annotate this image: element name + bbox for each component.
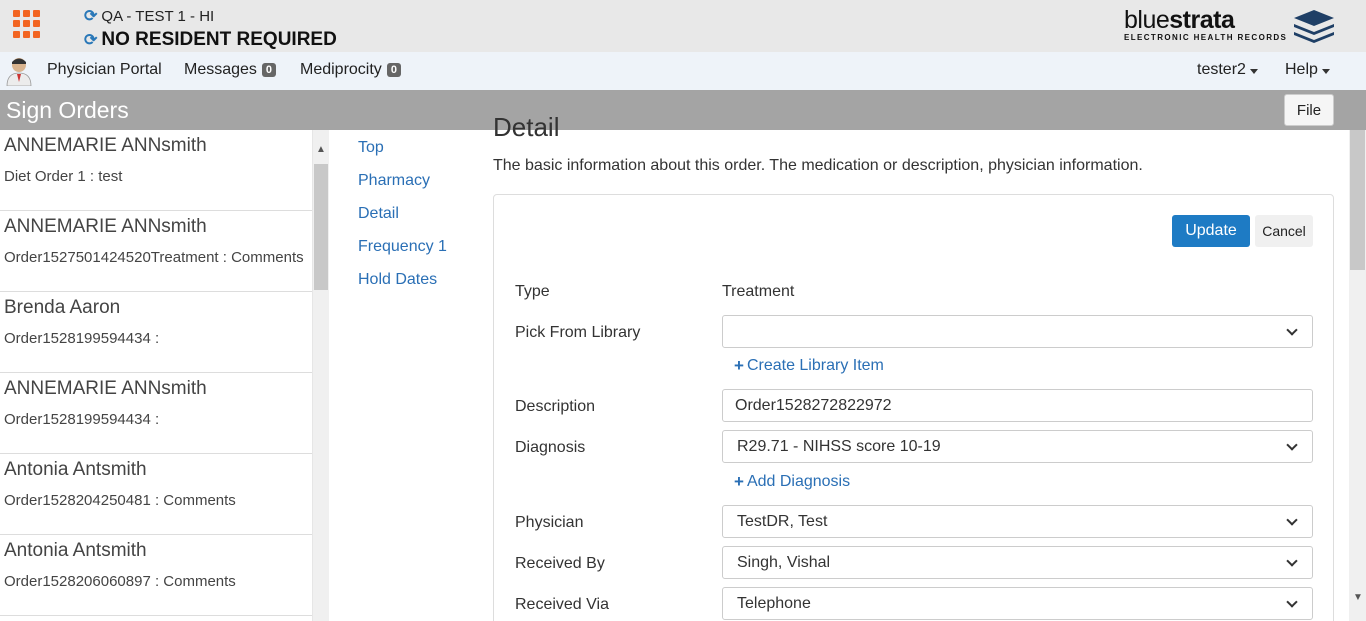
resident-name: Antonia Antsmith	[4, 459, 147, 480]
order-summary: Order1528204250481 : Comments	[4, 492, 236, 509]
caret-down-icon	[1249, 68, 1258, 74]
resident-name: NO RESIDENT REQUIRED	[101, 29, 337, 50]
cancel-button[interactable]: Cancel	[1255, 215, 1313, 247]
diagnosis-label: Diagnosis	[515, 439, 586, 456]
facility-name: QA - TEST 1 - HI	[101, 7, 215, 25]
messages-count-badge: 0	[261, 63, 277, 77]
caret-down-icon	[1321, 68, 1330, 74]
physician-label: Physician	[515, 514, 584, 531]
chevron-down-icon	[1286, 323, 1298, 336]
facility-selector[interactable]: ⟳ QA - TEST 1 - HI	[84, 6, 214, 26]
apps-grid-icon[interactable]	[13, 10, 41, 38]
content-scrollbar[interactable]: ▼	[1349, 130, 1366, 621]
list-item[interactable]: ANNEMARIE ANNsmith Order1527501424520Tre…	[0, 211, 312, 292]
section-link-pharmacy[interactable]: Pharmacy	[358, 172, 430, 190]
list-scrollbar[interactable]: ▲	[313, 130, 329, 621]
add-diagnosis-link[interactable]: + Add Diagnosis	[734, 472, 850, 492]
section-link-detail[interactable]: Detail	[358, 205, 399, 223]
resident-name: ANNEMARIE ANNsmith	[4, 216, 207, 237]
list-item[interactable]: Brenda Aaron Order1528199594434 :	[0, 292, 312, 373]
description-label: Description	[515, 398, 596, 415]
list-item[interactable]: ANNEMARIE ANNsmith Order1528199594434 :	[0, 373, 312, 454]
mediprocity-link[interactable]: Mediprocity 0	[300, 61, 401, 79]
resident-name: ANNEMARIE ANNsmith	[4, 378, 207, 399]
top-header: ⟳ QA - TEST 1 - HI ⟳ NO RESIDENT REQUIRE…	[0, 0, 1366, 52]
orders-list: ANNEMARIE ANNsmith Diet Order 1 : test A…	[0, 130, 313, 621]
resident-name: Brenda Aaron	[4, 297, 121, 318]
physician-select-value: TestDR, Test	[737, 512, 828, 530]
type-value: Treatment	[722, 283, 795, 300]
physician-select[interactable]: TestDR, Test	[722, 505, 1313, 538]
help-menu[interactable]: Help	[1285, 61, 1330, 79]
section-link-frequency[interactable]: Frequency 1	[358, 238, 447, 256]
scroll-down-icon[interactable]: ▼	[1353, 592, 1363, 603]
list-item[interactable]: Antonia Antsmith Order1528204250481 : Co…	[0, 454, 312, 535]
file-button[interactable]: File	[1284, 94, 1334, 126]
scrollbar-thumb[interactable]	[314, 164, 328, 290]
logo-stack-icon	[1294, 10, 1334, 43]
scroll-up-icon[interactable]: ▲	[316, 144, 326, 155]
resident-selector[interactable]: ⟳ NO RESIDENT REQUIRED	[84, 29, 337, 51]
refresh-icon[interactable]: ⟳	[84, 6, 97, 26]
order-summary: Order1528206060897 : Comments	[4, 573, 236, 590]
list-item[interactable]: Antonia Antsmith Order1528206060897 : Co…	[0, 535, 312, 616]
diagnosis-select-value: R29.71 - NIHSS score 10-19	[737, 437, 941, 455]
section-heading: Detail	[493, 112, 560, 142]
order-summary: Order1528199594434 :	[4, 330, 160, 347]
type-label: Type	[515, 283, 550, 300]
chevron-down-icon	[1286, 513, 1298, 526]
user-avatar-icon	[6, 58, 32, 86]
library-label: Pick From Library	[515, 324, 641, 341]
received-by-select-value: Singh, Vishal	[737, 553, 831, 571]
received-by-select[interactable]: Singh, Vishal	[722, 546, 1313, 579]
library-select[interactable]	[722, 315, 1313, 348]
diagnosis-select[interactable]: R29.71 - NIHSS score 10-19	[722, 430, 1313, 463]
chevron-down-icon	[1286, 438, 1298, 451]
main-nav: Physician Portal Messages 0 Mediprocity …	[0, 52, 1366, 90]
received-via-label: Received Via	[515, 596, 609, 613]
mediprocity-count-badge: 0	[386, 63, 401, 77]
section-link-hold-dates[interactable]: Hold Dates	[358, 271, 437, 289]
bluestrata-logo: bluestrata ELECTRONIC HEALTH RECORDS	[1124, 6, 1338, 46]
section-link-top[interactable]: Top	[358, 139, 384, 157]
received-by-label: Received By	[515, 555, 605, 572]
messages-link[interactable]: Messages 0	[184, 61, 277, 79]
received-via-select[interactable]: Telephone	[722, 587, 1313, 620]
description-input[interactable]: Order1528272822972	[722, 389, 1313, 422]
order-summary: Order1528199594434 :	[4, 411, 160, 428]
received-via-select-value: Telephone	[737, 594, 811, 612]
chevron-down-icon	[1286, 595, 1298, 608]
create-library-item-link[interactable]: + Create Library Item	[734, 356, 884, 376]
physician-portal-link[interactable]: Physician Portal	[47, 61, 162, 79]
scrollbar-thumb[interactable]	[1350, 130, 1365, 270]
title-bar: Sign Orders File	[0, 90, 1366, 130]
plus-icon: +	[734, 472, 744, 491]
page-title: Sign Orders	[6, 97, 129, 123]
user-menu[interactable]: tester2	[1197, 61, 1258, 79]
description-input-value: Order1528272822972	[735, 396, 892, 414]
refresh-icon[interactable]: ⟳	[84, 30, 97, 50]
order-summary: Diet Order 1 : test	[4, 168, 123, 185]
list-item[interactable]: ANNEMARIE ANNsmith Diet Order 1 : test	[0, 130, 312, 211]
resident-name: Antonia Antsmith	[4, 540, 147, 561]
section-description: The basic information about this order. …	[493, 157, 1143, 174]
update-button[interactable]: Update	[1172, 215, 1250, 247]
plus-icon: +	[734, 356, 744, 375]
order-summary: Order1527501424520Treatment : Comments	[4, 249, 304, 266]
resident-name: ANNEMARIE ANNsmith	[4, 135, 207, 156]
chevron-down-icon	[1286, 554, 1298, 567]
